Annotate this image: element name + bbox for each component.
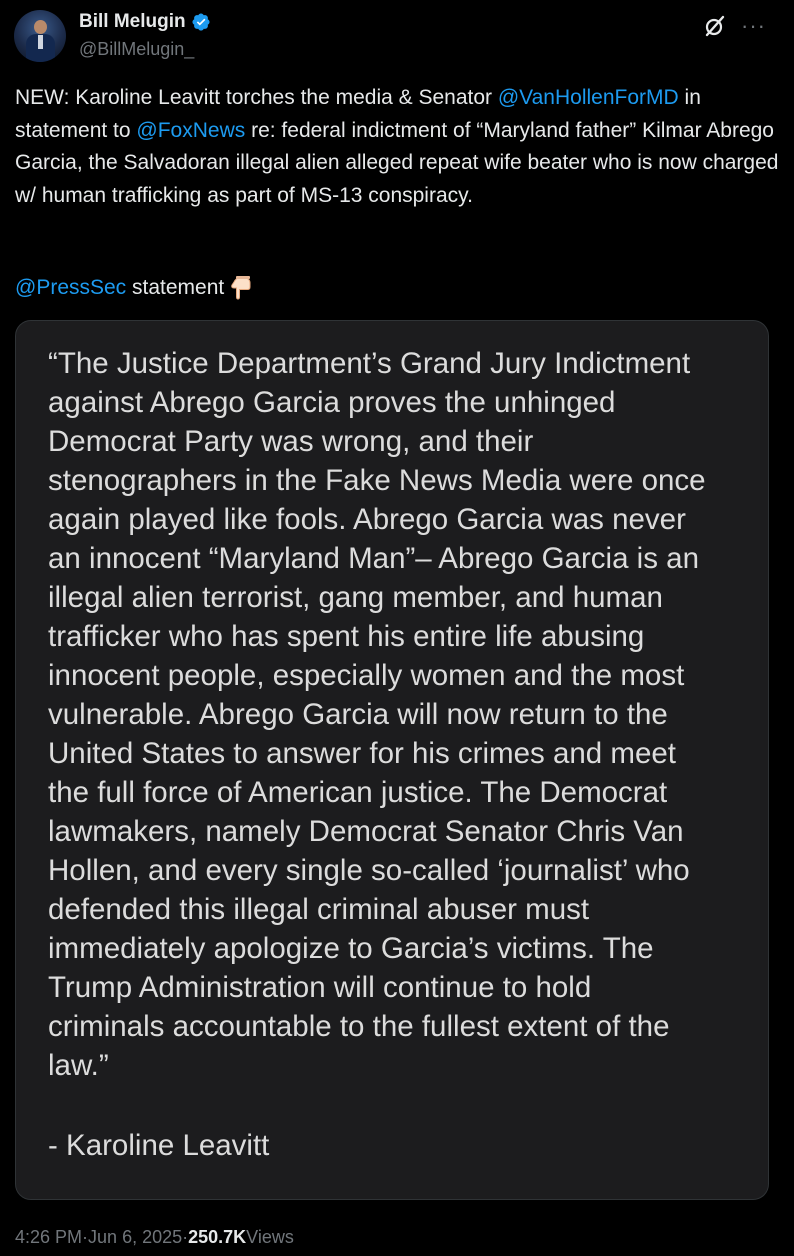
statement-line: Hollen, and every single so-called ‘jour… [48, 854, 690, 887]
post-header: Bill Melugin @BillMelugin_ ··· [14, 8, 780, 64]
statement-line: Democrat Party was wrong, and their [48, 425, 534, 458]
grok-icon[interactable] [703, 14, 727, 38]
post-text-line2: @PressSec statement [15, 272, 252, 304]
author-display-name[interactable]: Bill Melugin [79, 10, 186, 34]
mention-link[interactable]: @PressSec [15, 276, 126, 299]
statement-line: United States to answer for his crimes a… [48, 737, 676, 770]
statement-line: illegal alien terrorist, gang member, an… [48, 581, 663, 614]
mention-link[interactable]: @VanHollenForMD [498, 86, 679, 109]
statement-text: “The Justice Department’s Grand Jury Ind… [48, 344, 758, 1085]
statement-line: vulnerable. Abrego Garcia will now retur… [48, 698, 668, 731]
post-time[interactable]: 4:26 PM [15, 1224, 82, 1250]
statement-line: law.” [48, 1049, 109, 1082]
views-label: Views [246, 1227, 294, 1247]
statement-line: again played like fools. Abrego Garcia w… [48, 503, 686, 536]
statement-line: trafficker who has spent his entire life… [48, 620, 645, 653]
statement-image[interactable]: “The Justice Department’s Grand Jury Ind… [15, 320, 769, 1200]
statement-line: the full force of American justice. The … [48, 776, 668, 809]
more-icon[interactable]: ··· [741, 15, 766, 37]
verified-badge-icon [192, 13, 210, 31]
statement-line: stenographers in the Fake News Media wer… [48, 464, 706, 497]
statement-line: innocent people, especially women and th… [48, 659, 685, 692]
post-actions-top: ··· [703, 14, 766, 38]
post-text-segment: NEW: Karoline Leavitt torches the media … [15, 86, 498, 109]
statement-line: an innocent “Maryland Man”– Abrego Garci… [48, 542, 699, 575]
statement-line: Trump Administration will continue to ho… [48, 971, 592, 1004]
author-handle[interactable]: @BillMelugin_ [79, 38, 194, 60]
statement-line: criminals accountable to the fullest ext… [48, 1010, 670, 1043]
statement-line: immediately apologize to Garcia’s victim… [48, 932, 654, 965]
avatar[interactable] [14, 10, 66, 62]
post-date[interactable]: Jun 6, 2025 [88, 1224, 182, 1250]
post-text: NEW: Karoline Leavitt torches the media … [15, 82, 779, 212]
statement-line: lawmakers, namely Democrat Senator Chris… [48, 815, 684, 848]
post-metadata: 4:26 PM · Jun 6, 2025 · 250.7K Views [15, 1224, 294, 1250]
statement-line: against Abrego Garcia proves the unhinge… [48, 386, 616, 419]
statement-line: “The Justice Department’s Grand Jury Ind… [48, 347, 691, 380]
author-name-row: Bill Melugin [79, 10, 211, 34]
backhand-index-pointing-down-icon [231, 276, 251, 300]
statement-signature: - Karoline Leavitt [48, 1129, 270, 1162]
post-text-segment: statement [126, 276, 225, 299]
mention-link[interactable]: @FoxNews [136, 119, 245, 142]
views-count[interactable]: 250.7K [188, 1224, 246, 1250]
statement-line: defended this illegal criminal abuser mu… [48, 893, 590, 926]
